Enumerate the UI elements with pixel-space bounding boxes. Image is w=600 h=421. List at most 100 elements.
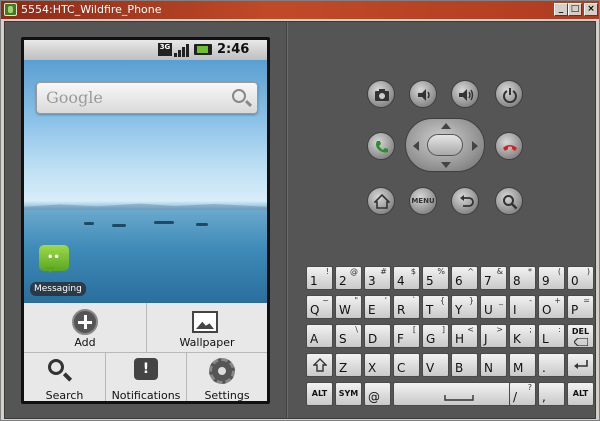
- camera-icon: [375, 89, 389, 101]
- key-alt-label: +: [554, 296, 561, 305]
- key-label: O: [542, 303, 552, 317]
- key-r[interactable]: R `: [393, 295, 420, 319]
- panel-divider: [286, 22, 288, 418]
- dpad-left-icon[interactable]: [413, 141, 419, 151]
- key-n[interactable]: N: [480, 353, 507, 377]
- dpad-right-icon[interactable]: [472, 141, 478, 151]
- title-bar[interactable]: 5554:HTC_Wildfire_Phone _ □ ×: [1, 1, 599, 19]
- menu-item-notifications[interactable]: ! Notifications: [106, 353, 186, 401]
- key-comma[interactable]: ,: [538, 382, 565, 406]
- alt-key-left[interactable]: ALT: [306, 382, 333, 406]
- minimize-button[interactable]: _: [554, 3, 568, 16]
- volume-up-button[interactable]: [451, 80, 479, 108]
- volume-down-button[interactable]: [409, 80, 437, 108]
- key-6[interactable]: 6 ^: [451, 266, 478, 290]
- home-icon: [374, 194, 390, 209]
- key-1[interactable]: 1!: [306, 266, 333, 290]
- key-label: L: [542, 332, 549, 346]
- dpad[interactable]: [405, 118, 485, 172]
- call-button[interactable]: [367, 132, 395, 160]
- key-f[interactable]: F[: [393, 324, 420, 348]
- key-0[interactable]: 0): [567, 266, 594, 290]
- key-alt-label: _: [499, 296, 503, 305]
- key-y[interactable]: Y}: [451, 295, 478, 319]
- key-2[interactable]: 2 @: [335, 266, 362, 290]
- key-label: R: [397, 303, 406, 317]
- key-d[interactable]: D: [364, 324, 391, 348]
- dpad-down-icon[interactable]: [441, 162, 451, 168]
- home-wallpaper[interactable]: Google •• Messaging: [24, 60, 267, 303]
- maximize-button[interactable]: □: [568, 3, 582, 16]
- key-s[interactable]: S \: [335, 324, 362, 348]
- key-3[interactable]: 3 #: [364, 266, 391, 290]
- key-alt-label: ): [586, 267, 590, 276]
- camera-button[interactable]: [367, 80, 395, 108]
- key-v[interactable]: V: [422, 353, 449, 377]
- enter-key[interactable]: [567, 353, 594, 377]
- messaging-label[interactable]: Messaging: [30, 282, 86, 296]
- close-button[interactable]: ×: [584, 3, 598, 16]
- key-label: 9: [542, 274, 550, 288]
- key-slash[interactable]: /?: [509, 382, 536, 406]
- key-j[interactable]: J >: [480, 324, 507, 348]
- key-g[interactable]: G]: [422, 324, 449, 348]
- key-h[interactable]: H <: [451, 324, 478, 348]
- key-u[interactable]: U _: [480, 295, 507, 319]
- key-label: ALT: [572, 389, 589, 398]
- search-button[interactable]: [495, 187, 523, 215]
- phone-screen[interactable]: 3G 2:46 AM Google •• Mes: [21, 37, 270, 404]
- key-a[interactable]: A: [306, 324, 333, 348]
- key-l[interactable]: L:: [538, 324, 565, 348]
- key-label: C: [397, 361, 406, 375]
- key-w[interactable]: W ": [335, 295, 362, 319]
- menu-item-search[interactable]: Search: [24, 353, 105, 401]
- key-alt-label: &: [496, 267, 503, 276]
- menu-button[interactable]: MENU: [409, 187, 437, 215]
- home-button[interactable]: [367, 187, 395, 215]
- key-i[interactable]: I-: [509, 295, 536, 319]
- key-label: J: [484, 332, 488, 346]
- key-q[interactable]: Q ~: [306, 295, 333, 319]
- key-label: 7: [484, 274, 492, 288]
- back-button[interactable]: [451, 187, 479, 215]
- key-label: G: [426, 332, 436, 346]
- search-icon[interactable]: [232, 89, 246, 103]
- key-label: SYM: [338, 389, 359, 398]
- key-9[interactable]: 9(: [538, 266, 565, 290]
- status-bar[interactable]: 3G 2:46 AM: [24, 40, 267, 75]
- key-5[interactable]: 5%: [422, 266, 449, 290]
- sym-key[interactable]: SYM: [335, 382, 362, 406]
- key-x[interactable]: X: [364, 353, 391, 377]
- key-alt-label: *: [528, 267, 532, 276]
- google-search-widget[interactable]: Google: [36, 82, 258, 114]
- key-at[interactable]: @: [364, 382, 391, 406]
- key-c[interactable]: C: [393, 353, 420, 377]
- key-7[interactable]: 7 &: [480, 266, 507, 290]
- dpad-up-icon[interactable]: [441, 123, 451, 129]
- key-m[interactable]: M: [509, 353, 536, 377]
- key-label: .: [542, 361, 546, 375]
- alt-key-right[interactable]: ALT: [567, 382, 594, 406]
- key-o[interactable]: O +: [538, 295, 565, 319]
- power-button[interactable]: [495, 80, 523, 108]
- end-call-button[interactable]: [495, 132, 523, 160]
- key-t[interactable]: T{: [422, 295, 449, 319]
- shift-key[interactable]: [306, 353, 333, 377]
- key-8[interactable]: 8 *: [509, 266, 536, 290]
- menu-item-add[interactable]: Add: [24, 303, 146, 352]
- key-e[interactable]: E ': [364, 295, 391, 319]
- key-p[interactable]: P =: [567, 295, 594, 319]
- key-alt-label: -: [529, 296, 532, 305]
- menu-item-settings[interactable]: Settings: [187, 353, 267, 401]
- key-k[interactable]: K;: [509, 324, 536, 348]
- google-logo: Google: [46, 88, 103, 107]
- messaging-icon[interactable]: ••: [39, 245, 69, 273]
- key-period[interactable]: .: [538, 353, 565, 377]
- key-b[interactable]: B: [451, 353, 478, 377]
- key-4[interactable]: 4 $: [393, 266, 420, 290]
- key-label: U: [484, 303, 493, 317]
- dpad-center-button[interactable]: [427, 134, 463, 156]
- delete-key[interactable]: DEL: [567, 324, 594, 348]
- menu-item-wallpaper[interactable]: Wallpaper: [147, 303, 267, 352]
- key-z[interactable]: Z: [335, 353, 362, 377]
